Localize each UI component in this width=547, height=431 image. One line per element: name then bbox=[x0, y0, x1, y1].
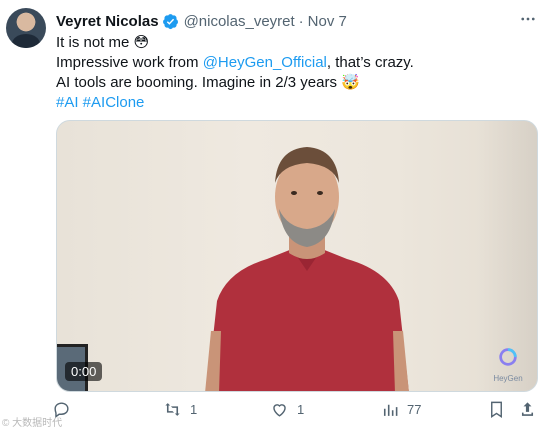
bookmark-button[interactable] bbox=[487, 400, 506, 419]
heart-icon bbox=[273, 404, 286, 417]
tweet-line-1: It is not me 😳 bbox=[56, 34, 150, 51]
heygen-logo-icon bbox=[499, 348, 517, 366]
author-avatar[interactable] bbox=[6, 8, 46, 48]
views-chart-icon bbox=[383, 404, 398, 416]
tweet-date[interactable]: Nov 7 bbox=[308, 13, 347, 30]
mention-link[interactable]: @HeyGen_Official bbox=[203, 54, 327, 71]
views-count: 77 bbox=[407, 402, 422, 417]
video-timestamp: 0:00 bbox=[65, 362, 103, 381]
verified-badge-icon bbox=[162, 13, 178, 29]
tweet-line-2-post: , that’s crazy. bbox=[326, 54, 414, 71]
views-button[interactable]: 77 bbox=[380, 400, 421, 419]
author-handle[interactable]: @nicolas_veyret bbox=[184, 13, 295, 30]
image-watermark: © 大数据时代 bbox=[2, 418, 63, 429]
tweet-header: Veyret Nicolas @nicolas_veyret · Nov 7 bbox=[56, 10, 537, 32]
heygen-logo: HeyGen bbox=[491, 346, 525, 383]
heygen-label: HeyGen bbox=[493, 374, 523, 383]
author-name[interactable]: Veyret Nicolas bbox=[56, 13, 159, 30]
share-icon bbox=[521, 402, 534, 416]
retweet-count: 1 bbox=[190, 402, 198, 417]
like-count: 1 bbox=[297, 402, 305, 417]
retweet-icon bbox=[165, 403, 180, 416]
video-player[interactable]: 0:00 HeyGen bbox=[56, 120, 538, 392]
retweet-button[interactable]: 1 bbox=[163, 400, 197, 419]
like-button[interactable]: 1 bbox=[270, 400, 304, 419]
tweet-actions: 1 1 77 bbox=[52, 400, 542, 422]
more-options-icon[interactable] bbox=[519, 10, 537, 28]
hashtags-link[interactable]: #AI #AIClone bbox=[56, 93, 414, 113]
header-separator: · bbox=[298, 12, 304, 30]
tweet-line-3: AI tools are booming. Imagine in 2/3 yea… bbox=[56, 74, 360, 91]
tweet-line-2-pre: Impressive work from bbox=[56, 54, 203, 71]
tweet-line-2: Impressive work from @HeyGen_Official, t… bbox=[56, 53, 414, 73]
share-button[interactable] bbox=[518, 400, 537, 419]
tweet-text: It is not me 😳 Impressive work from @Hey… bbox=[56, 33, 414, 113]
bookmark-icon bbox=[491, 401, 502, 418]
video-person-illustration bbox=[205, 147, 409, 391]
